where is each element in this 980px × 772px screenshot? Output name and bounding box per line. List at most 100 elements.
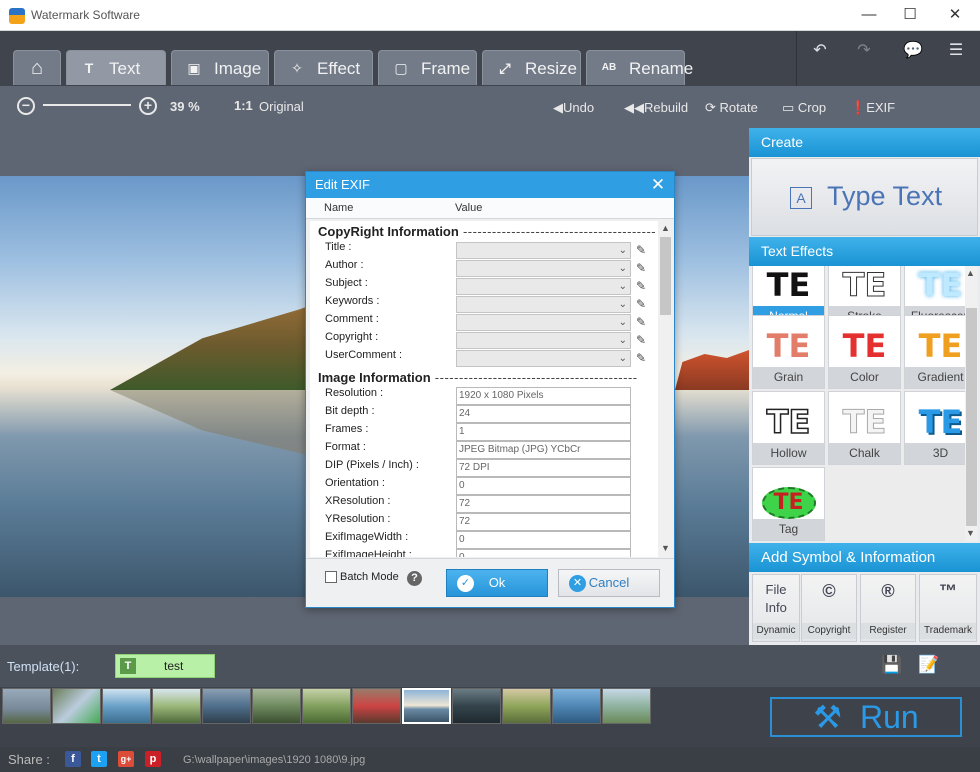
image-field-value[interactable]: 72 bbox=[456, 495, 631, 513]
scroll-down-icon[interactable]: ▼ bbox=[661, 543, 670, 553]
notes-icon[interactable]: ☰ bbox=[939, 37, 973, 65]
zoom-in-icon[interactable]: + bbox=[139, 97, 157, 115]
tab-resize[interactable]: ⤢ Resize bbox=[482, 50, 581, 85]
thumbnail[interactable] bbox=[502, 688, 551, 724]
thumbnail[interactable] bbox=[52, 688, 101, 724]
original-size-icon[interactable]: 1:1 bbox=[234, 98, 253, 113]
thumbnail[interactable] bbox=[2, 688, 51, 724]
effect-grain[interactable]: TE Grain bbox=[752, 315, 825, 389]
twitter-icon[interactable]: t bbox=[91, 751, 107, 767]
symbol-register[interactable]: ® Register bbox=[860, 574, 916, 642]
dialog-scroll-thumb[interactable] bbox=[660, 237, 671, 315]
image-field-label: ExifImageWidth : bbox=[325, 531, 409, 543]
redo-icon[interactable]: ↷ bbox=[847, 37, 881, 65]
close-window-button[interactable]: ✕ bbox=[940, 3, 970, 27]
thumbnail-selected[interactable] bbox=[402, 688, 451, 724]
image-field-value[interactable]: 0 bbox=[456, 477, 631, 495]
scroll-up-icon[interactable]: ▲ bbox=[661, 223, 670, 233]
thumbnail[interactable] bbox=[352, 688, 401, 724]
help-icon[interactable]: ? bbox=[407, 571, 422, 586]
edit-template-icon[interactable]: 📝 bbox=[918, 655, 939, 675]
edit-pencil-icon[interactable]: ✎ bbox=[636, 352, 649, 365]
thumbnail[interactable] bbox=[152, 688, 201, 724]
tab-frame[interactable]: ▢ Frame bbox=[378, 50, 477, 85]
thumbnail[interactable] bbox=[602, 688, 651, 724]
image-field-value[interactable]: 1920 x 1080 Pixels bbox=[456, 387, 631, 405]
cancel-label: Cancel bbox=[588, 575, 630, 590]
image-field-value[interactable]: 1 bbox=[456, 423, 631, 441]
run-button[interactable]: ⚒ Run bbox=[770, 697, 962, 737]
edit-pencil-icon[interactable]: ✎ bbox=[636, 244, 649, 257]
ok-button[interactable]: ✓ Ok bbox=[446, 569, 548, 597]
effect-preview: TE bbox=[842, 266, 887, 305]
minimize-button[interactable]: — bbox=[854, 3, 884, 27]
tab-image[interactable]: ▣ Image bbox=[171, 50, 269, 85]
effect-color[interactable]: TE Color bbox=[828, 315, 901, 389]
copyright-field-dropdown[interactable]: ⌄ bbox=[456, 296, 631, 313]
template-item[interactable]: Ttest bbox=[115, 654, 215, 678]
facebook-icon[interactable]: f bbox=[65, 751, 81, 767]
original-size-button[interactable]: Original bbox=[259, 99, 304, 114]
undo-history-icon[interactable]: ↶ bbox=[803, 37, 837, 65]
dialog-scrollbar[interactable]: ▲ ▼ bbox=[658, 221, 673, 557]
crop-button[interactable]: ▭ Crop bbox=[782, 100, 826, 116]
edit-pencil-icon[interactable]: ✎ bbox=[636, 298, 649, 311]
image-field-label: Orientation : bbox=[325, 477, 385, 489]
scroll-up-icon[interactable]: ▲ bbox=[966, 268, 975, 278]
scroll-down-icon[interactable]: ▼ bbox=[966, 528, 975, 538]
effect-label: Tag bbox=[753, 519, 824, 540]
tab-rename[interactable]: AB Rename bbox=[586, 50, 693, 85]
save-template-icon[interactable]: 💾 bbox=[881, 655, 902, 675]
rebuild-button[interactable]: ◀◀Rebuild bbox=[624, 100, 688, 116]
tab-text[interactable]: T Text bbox=[66, 50, 166, 85]
image-field-value[interactable]: 0 bbox=[456, 549, 631, 557]
maximize-button[interactable]: ☐ bbox=[895, 3, 925, 27]
undo-button[interactable]: ◀Undo bbox=[553, 100, 594, 116]
copyright-field-dropdown[interactable]: ⌄ bbox=[456, 278, 631, 295]
chevron-down-icon: ⌄ bbox=[618, 245, 627, 256]
effect-chalk[interactable]: TE Chalk bbox=[828, 391, 901, 465]
zoom-out-icon[interactable]: − bbox=[17, 97, 35, 115]
zoom-slider[interactable] bbox=[43, 104, 131, 106]
image-field-value[interactable]: JPEG Bitmap (JPG) YCbCr bbox=[456, 441, 631, 459]
google-plus-icon[interactable]: g+ bbox=[118, 751, 134, 767]
copyright-field-dropdown[interactable]: ⌄ bbox=[456, 350, 631, 367]
effect-hollow[interactable]: TE Hollow bbox=[752, 391, 825, 465]
edit-pencil-icon[interactable]: ✎ bbox=[636, 334, 649, 347]
copyright-field-dropdown[interactable]: ⌄ bbox=[456, 332, 631, 349]
batch-mode-checkbox[interactable] bbox=[325, 571, 337, 583]
copyright-field-dropdown[interactable]: ⌄ bbox=[456, 260, 631, 277]
exif-button[interactable]: ❗EXIF bbox=[850, 100, 895, 116]
effects-scroll-thumb[interactable] bbox=[966, 308, 977, 526]
thumbnail[interactable] bbox=[302, 688, 351, 724]
type-text-button[interactable]: A Type Text bbox=[751, 158, 978, 236]
pinterest-icon[interactable]: p bbox=[145, 751, 161, 767]
copyright-field-dropdown[interactable]: ⌄ bbox=[456, 242, 631, 259]
image-field-value[interactable]: 0 bbox=[456, 531, 631, 549]
copyright-field-dropdown[interactable]: ⌄ bbox=[456, 314, 631, 331]
rotate-button[interactable]: ⟳ Rotate bbox=[705, 100, 758, 116]
thumbnail[interactable] bbox=[102, 688, 151, 724]
thumbnail[interactable] bbox=[452, 688, 501, 724]
dialog-close-icon[interactable]: ✕ bbox=[648, 175, 668, 195]
edit-pencil-icon[interactable]: ✎ bbox=[636, 262, 649, 275]
tab-home[interactable]: ⌂ bbox=[13, 50, 61, 85]
symbol-copyright[interactable]: © Copyright bbox=[801, 574, 857, 642]
image-field-value[interactable]: 72 bbox=[456, 513, 631, 531]
symbol-dynamic[interactable]: File Info Dynamic bbox=[752, 574, 800, 642]
dialog-title: Edit EXIF bbox=[306, 172, 674, 198]
feedback-icon[interactable]: 💬 bbox=[896, 37, 930, 65]
image-field-value[interactable]: 72 DPI bbox=[456, 459, 631, 477]
thumbnail[interactable] bbox=[252, 688, 301, 724]
image-field-value[interactable]: 24 bbox=[456, 405, 631, 423]
thumbnail[interactable] bbox=[552, 688, 601, 724]
copyright-icon: © bbox=[822, 581, 836, 601]
symbol-trademark[interactable]: ™ Trademark bbox=[919, 574, 977, 642]
edit-pencil-icon[interactable]: ✎ bbox=[636, 280, 649, 293]
copyright-field-label: Author : bbox=[325, 259, 364, 271]
thumbnail[interactable] bbox=[202, 688, 251, 724]
effect-tag[interactable]: TE Tag bbox=[752, 467, 825, 541]
tab-effect[interactable]: ✧ Effect bbox=[274, 50, 373, 85]
edit-pencil-icon[interactable]: ✎ bbox=[636, 316, 649, 329]
cancel-button[interactable]: ✕ Cancel bbox=[558, 569, 660, 597]
